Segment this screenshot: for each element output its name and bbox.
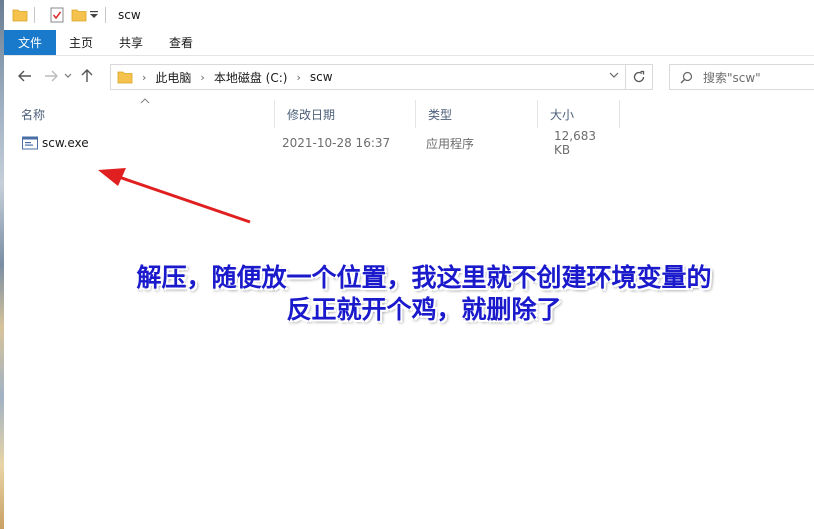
file-explorer-window: scw 文件 主页 共享 查看 › 此电脑 › 本地磁盘 (C:) › scw …: [4, 0, 814, 529]
annotation-text: 解压，随便放一个位置，我这里就不创建环境变量的 反正就开个鸡，就删除了: [64, 262, 784, 326]
annotation-line-1: 解压，随便放一个位置，我这里就不创建环境变量的: [136, 263, 712, 292]
annotation-line-2: 反正就开个鸡，就删除了: [286, 295, 562, 324]
